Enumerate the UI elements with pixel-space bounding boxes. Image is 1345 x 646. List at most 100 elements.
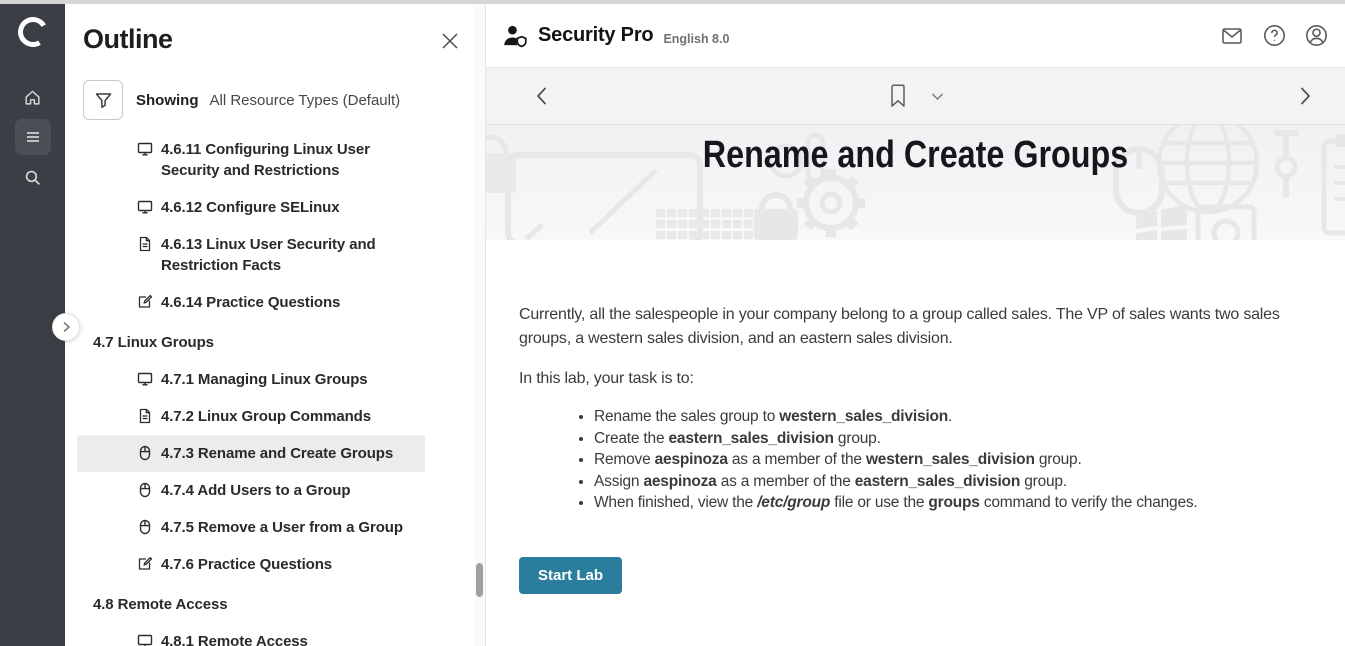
outline-scrollbar-track[interactable] [474,4,485,646]
security-pro-product-icon [502,23,529,49]
account-button[interactable] [1301,21,1331,51]
account-icon [1304,23,1329,48]
outline-label: 4.8.1 Remote Access [161,631,308,646]
task-item: Assign aespinoza as a member of the east… [594,471,1279,493]
task-text: When finished, view the [594,494,757,511]
start-lab-button[interactable]: Start Lab [519,557,622,594]
outline-title: Outline [83,24,173,55]
outline-label: 4.7.1 Managing Linux Groups [161,369,368,390]
outline-label: 4.7 Linux Groups [93,332,214,353]
task-text: western_sales_division [779,408,948,425]
outline-item-row[interactable]: 4.7.5 Remove a User from a Group [77,509,425,546]
task-text: eastern_sales_division [668,430,833,447]
lesson-title: Rename and Create Groups [550,134,1280,177]
task-text: Rename the sales group to [594,408,779,425]
outline-item-row[interactable]: 4.6.11 Configuring Linux User Security a… [77,131,425,189]
outline-label: 4.7.5 Remove a User from a Group [161,517,403,538]
home-icon [23,88,42,107]
rail-button-home[interactable] [15,79,51,115]
outline-item-row[interactable]: 4.7.3 Rename and Create Groups [77,435,425,472]
task-text: as a member of the [728,451,866,468]
close-outline-button[interactable] [441,32,459,50]
task-intro-paragraph: In this lab, your task is to: [519,367,1314,391]
outline-label: 4.6.13 Linux User Security and Restricti… [161,234,423,276]
task-text: group. [1035,451,1082,468]
outline-label: 4.7.4 Add Users to a Group [161,480,350,501]
outline-item-row[interactable]: 4.7.4 Add Users to a Group [77,472,425,509]
outline-item-row[interactable]: 4.7.6 Practice Questions [77,546,425,583]
practice-icon [137,556,153,572]
outline-section-row[interactable]: 4.7 Linux Groups [77,324,425,361]
outline-item-row[interactable]: 4.8.1 Remote Access [77,623,425,646]
outline-item-row[interactable]: 4.7.1 Managing Linux Groups [77,361,425,398]
next-lesson-button[interactable] [1299,86,1312,106]
outline-label: 4.6.11 Configuring Linux User Security a… [161,139,423,181]
outline-label: 4.7.6 Practice Questions [161,554,332,575]
help-icon [1262,23,1287,48]
outline-item-row[interactable]: 4.7.2 Linux Group Commands [77,398,425,435]
lesson-navbar [486,68,1345,125]
video-icon [137,141,153,157]
video-icon [137,199,153,215]
lesson-banner: Rename and Create Groups [486,125,1345,240]
task-text: group. [1020,473,1067,490]
lesson-content: Currently, all the salespeople in your c… [486,240,1345,594]
task-text: Remove [594,451,655,468]
messages-button[interactable] [1217,21,1247,51]
task-text: aespinoza [655,451,728,468]
task-text: eastern_sales_division [855,473,1020,490]
practice-icon [137,294,153,310]
chevron-right-icon [62,321,71,333]
task-item: Remove aespinoza as a member of the west… [594,449,1279,471]
lab-icon [137,482,153,498]
chevron-right-icon [1299,86,1312,106]
task-text: western_sales_division [866,451,1035,468]
rail-nav [0,79,65,195]
outline-section-row[interactable]: 4.8 Remote Access [77,586,425,623]
outline-label: 4.8 Remote Access [93,594,228,615]
outline-tree: 4.6.11 Configuring Linux User Security a… [77,131,425,646]
resource-filter-button[interactable] [83,80,123,120]
close-icon [441,32,459,50]
task-text: as a member of the [717,473,855,490]
task-text: Assign [594,473,643,490]
mail-icon [1220,24,1244,48]
task-text: . [948,408,952,425]
outline-label: 4.6.14 Practice Questions [161,292,340,313]
doc-icon [137,236,153,252]
help-button[interactable] [1259,21,1289,51]
outline-menu-icon [24,128,42,146]
task-text: command to verify the changes. [980,494,1198,511]
product-name: Security Pro [538,24,653,47]
outline-expand-toggle[interactable] [52,313,80,341]
task-text: group. [834,430,881,447]
doc-icon [137,408,153,424]
outline-item-row[interactable]: 4.6.12 Configure SELinux [77,189,425,226]
main-area: Security Pro English 8.0 [486,4,1345,646]
bookmark-button[interactable] [888,84,907,109]
task-text: /etc/group [757,494,830,511]
video-icon [137,633,153,646]
chevron-down-icon [931,92,943,100]
lab-icon [137,445,153,461]
bookmark-icon [888,84,907,109]
outline-item-row[interactable]: 4.6.14 Practice Questions [77,284,425,321]
task-item: When finished, view the /etc/group file … [594,492,1279,514]
outline-panel: Outline Showing All Resource Types (Defa… [65,4,486,646]
filter-label: Showing [136,92,199,109]
search-icon [23,168,42,187]
previous-lesson-button[interactable] [535,86,548,106]
task-text: file or use the [830,494,928,511]
video-icon [137,371,153,387]
brand-logo [14,14,50,50]
rail-button-menu[interactable] [15,119,51,155]
bookmark-menu-button[interactable] [931,92,943,100]
task-item: Rename the sales group to western_sales_… [594,406,1279,428]
outline-item-row[interactable]: 4.6.13 Linux User Security and Restricti… [77,226,425,284]
rail-button-search[interactable] [15,159,51,195]
filter-value[interactable]: All Resource Types (Default) [210,92,401,109]
scenario-paragraph: Currently, all the salespeople in your c… [519,303,1314,351]
outline-scrollbar-thumb[interactable] [476,563,483,597]
outline-label: 4.7.2 Linux Group Commands [161,406,371,427]
task-text: groups [928,494,979,511]
